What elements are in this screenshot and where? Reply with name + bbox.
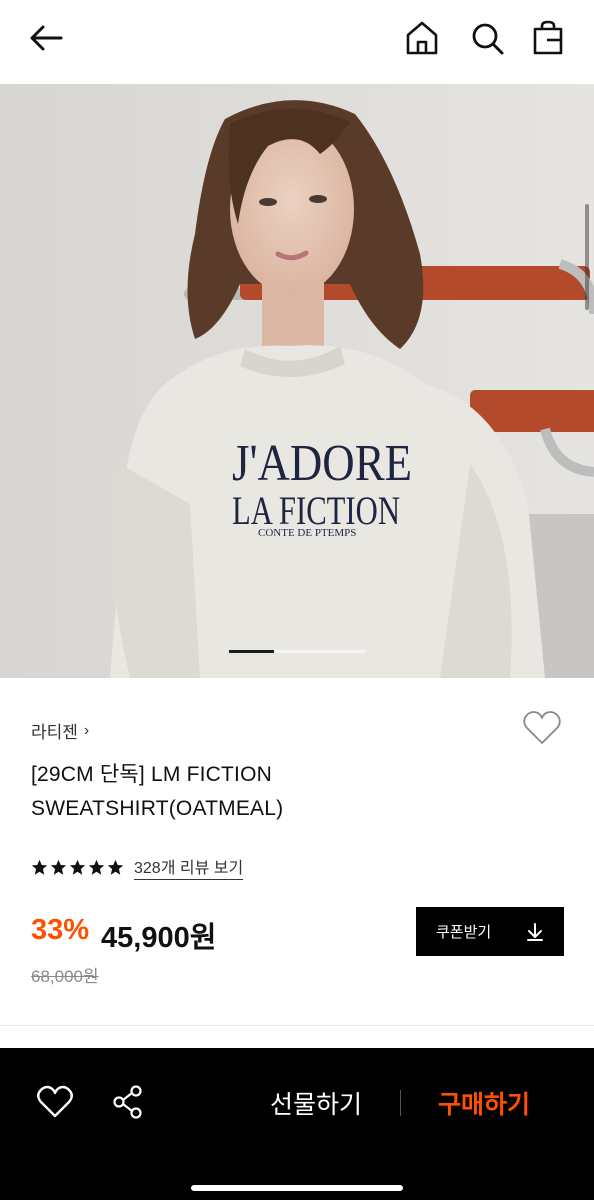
- original-price: 68,000원: [31, 967, 99, 986]
- button-separator: [400, 1090, 401, 1116]
- download-icon: [527, 922, 543, 941]
- coupon-label: 쿠폰받기: [436, 924, 492, 941]
- review-link[interactable]: 328개 리뷰 보기: [134, 854, 244, 880]
- product-image[interactable]: J'ADORE LA FICTION CONTE DE PTEMPS: [0, 84, 594, 678]
- gift-button[interactable]: 선물하기: [270, 1085, 362, 1121]
- wishlist-heart-icon[interactable]: [521, 708, 563, 748]
- product-info: 라티젠 › [29CM 단독] LM FICTION SWEATSHIRT(OA…: [0, 678, 594, 1026]
- arrow-left-icon[interactable]: [28, 20, 64, 56]
- brand-name: 라티젠: [31, 723, 78, 742]
- brand-link[interactable]: 라티젠 ›: [31, 718, 89, 743]
- print-line-3: CONTE DE PTEMPS: [258, 527, 356, 539]
- print-line-1: J'ADORE: [232, 435, 412, 492]
- product-title-line-2: SWEATSHIRT(OATMEAL): [31, 797, 284, 820]
- chevron-right-icon: ›: [83, 721, 90, 739]
- section-divider: [0, 1025, 594, 1026]
- discount-rate: 33%: [31, 914, 90, 946]
- product-title-line-1: [29CM 단독] LM FICTION: [31, 763, 272, 786]
- coupon-button[interactable]: 쿠폰받기: [416, 907, 564, 956]
- star-icon: [88, 859, 105, 875]
- shopping-bag-icon[interactable]: [530, 20, 566, 56]
- rating-row: 328개 리뷰 보기: [31, 854, 244, 880]
- product-title: [29CM 단독] LM FICTION SWEATSHIRT(OATMEAL): [31, 758, 511, 826]
- heart-icon[interactable]: [36, 1084, 74, 1120]
- image-pager-active: [229, 650, 275, 653]
- bottom-action-bar: 선물하기 구매하기: [0, 1048, 594, 1200]
- top-nav-bar: [0, 0, 594, 84]
- star-rating: [31, 859, 124, 876]
- home-indicator[interactable]: [191, 1185, 403, 1191]
- star-icon: [31, 859, 48, 875]
- image-scrollbar[interactable]: [585, 204, 589, 310]
- home-icon[interactable]: [404, 20, 440, 56]
- sale-price: 45,900원: [101, 922, 217, 954]
- star-icon: [107, 859, 124, 875]
- buy-button[interactable]: 구매하기: [438, 1085, 530, 1121]
- star-icon: [50, 859, 67, 875]
- search-icon[interactable]: [469, 20, 505, 56]
- star-icon: [69, 859, 86, 875]
- share-icon[interactable]: [110, 1084, 146, 1120]
- image-pager: [229, 650, 365, 653]
